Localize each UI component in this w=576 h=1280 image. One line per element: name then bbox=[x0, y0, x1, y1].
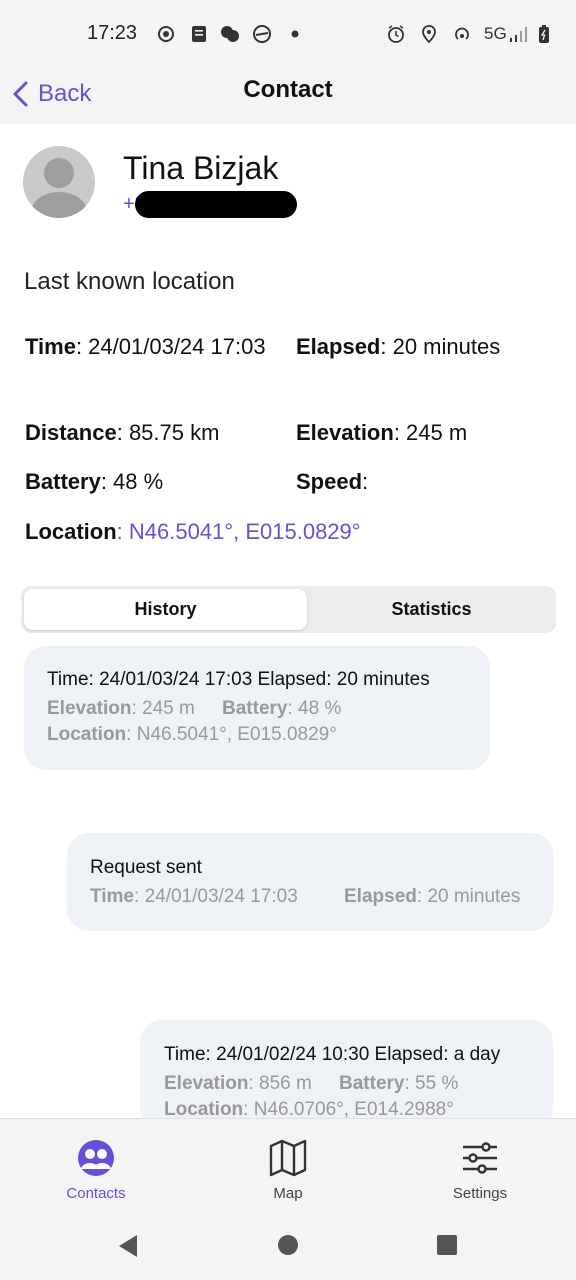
home-circle-icon[interactable] bbox=[277, 1234, 299, 1256]
request-time: Time: 24/01/03/24 17:03 bbox=[90, 886, 298, 907]
location-link[interactable]: N46.5041°, E015.0829° bbox=[129, 519, 361, 544]
info-battery: Battery: 48 % bbox=[25, 469, 164, 494]
contacts-icon bbox=[78, 1140, 114, 1176]
history-battery: Battery: 48 % bbox=[222, 698, 342, 719]
person-icon bbox=[31, 158, 87, 218]
redacted-phone-number bbox=[135, 191, 297, 218]
tab-statistics[interactable]: Statistics bbox=[310, 589, 553, 630]
info-elapsed: Elapsed: 20 minutes bbox=[296, 334, 501, 359]
history-location: Location: N46.5041°, E015.0829° bbox=[47, 724, 337, 745]
recents-square-icon[interactable] bbox=[436, 1234, 458, 1256]
request-card[interactable]: Request sent Time: 24/01/03/24 17:03 Ela… bbox=[67, 833, 553, 931]
status-bar: 17:23 5G bbox=[0, 0, 576, 66]
info-distance: Distance: 85.75 km bbox=[25, 420, 220, 445]
network-type: 5G bbox=[484, 24, 507, 43]
hotspot-icon bbox=[455, 27, 469, 40]
info-time: Time: 24/01/03/24 17:03 bbox=[25, 334, 266, 359]
history-card[interactable]: Time: 24/01/02/24 10:30 Elapsed: a day E… bbox=[140, 1020, 553, 1130]
record-icon bbox=[158, 26, 174, 42]
history-card[interactable]: Time: 24/01/03/24 17:03 Elapsed: 20 minu… bbox=[24, 646, 490, 770]
dot-icon bbox=[291, 30, 299, 38]
request-elapsed: Elapsed: 20 minutes bbox=[344, 886, 521, 907]
chat-icon bbox=[221, 26, 239, 42]
nav-settings[interactable]: Settings bbox=[415, 1119, 545, 1215]
system-nav-bar bbox=[0, 1214, 576, 1280]
back-triangle-icon[interactable] bbox=[116, 1233, 140, 1259]
nav-label: Contacts bbox=[66, 1185, 126, 1202]
speedometer-icon bbox=[253, 25, 271, 43]
alarm-icon bbox=[388, 25, 404, 43]
info-location: Location: N46.5041°, E015.0829° bbox=[25, 519, 361, 544]
nav-label: Settings bbox=[452, 1185, 508, 1202]
history-elevation: Elevation: 245 m bbox=[47, 698, 195, 719]
nav-label: Map bbox=[273, 1185, 303, 1202]
history-card-title: Time: 24/01/02/24 10:30 Elapsed: a day bbox=[164, 1044, 501, 1065]
settings-icon bbox=[463, 1142, 497, 1174]
nav-map[interactable]: Map bbox=[223, 1119, 353, 1215]
signal-icon bbox=[510, 27, 527, 42]
history-battery: Battery: 55 % bbox=[339, 1073, 459, 1094]
history-elevation: Elevation: 856 m bbox=[164, 1073, 312, 1094]
app-header: Back Contact bbox=[0, 66, 576, 124]
location-icon bbox=[422, 25, 436, 44]
page-title: Contact bbox=[243, 76, 333, 103]
info-speed: Speed: bbox=[296, 469, 369, 494]
tab-bar: History Statistics bbox=[21, 586, 556, 633]
avatar bbox=[23, 146, 95, 218]
contact-name: Tina Bizjak bbox=[123, 150, 279, 186]
tab-history[interactable]: History bbox=[24, 589, 307, 630]
map-icon bbox=[269, 1139, 307, 1177]
request-card-title: Request sent bbox=[90, 857, 202, 878]
notes-icon bbox=[192, 26, 206, 42]
bottom-nav: Contacts Map Settings bbox=[0, 1118, 576, 1214]
battery-icon bbox=[539, 25, 549, 43]
section-title: Last known location bbox=[24, 268, 235, 295]
status-time: 17:23 bbox=[87, 22, 138, 44]
info-elevation: Elevation: 245 m bbox=[296, 420, 468, 445]
history-card-title: Time: 24/01/03/24 17:03 Elapsed: 20 minu… bbox=[47, 669, 430, 690]
nav-contacts[interactable]: Contacts bbox=[31, 1119, 161, 1215]
